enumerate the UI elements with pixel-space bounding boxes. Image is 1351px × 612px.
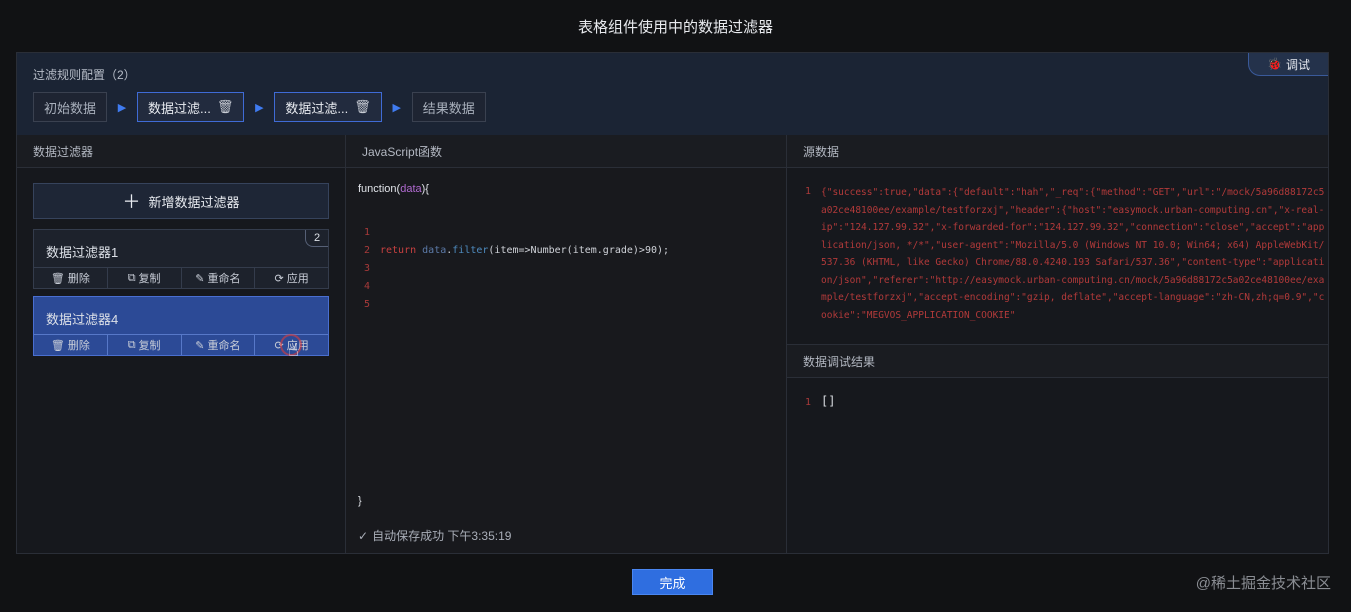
step-label: 数据过滤... [285,100,349,116]
autosave-status: ✓ 自动保存成功 下午3:35:19 [358,527,511,544]
step-label: 数据过滤... [148,100,211,116]
bug-icon: 🐞 [1267,57,1282,71]
code-variable: data [422,245,447,256]
code-rest: (item=>Number(item.grade)>90); [488,245,670,256]
line-number: 1 [805,397,812,408]
edit-icon: ✎ [195,272,205,285]
line-number: 3 [364,263,371,274]
trash-icon: 🗑 [50,272,65,285]
copy-label: 复制 [138,340,161,352]
rename-button[interactable]: ✎ 重命名 [182,335,256,355]
line-number: 5 [364,299,371,310]
apply-label: 应用 [286,273,309,285]
filter-name: 数据过滤器1 [46,245,119,260]
fn-open: function( [358,183,401,195]
trash-icon[interactable]: 🗑 [354,99,371,115]
step-filter-2[interactable]: 数据过滤... 🗑 [274,92,382,122]
data-column: 源数据 1 {"success":true,"data":{"default":… [787,135,1328,553]
chevron-right-icon: ▶ [117,101,127,114]
usage-count-badge: 2 [305,230,328,247]
apply-button[interactable]: ⟳ 应用 [255,268,328,288]
result-header-wrap: 数据调试结果 [787,344,1328,378]
check-circle-icon: ✓ [358,528,369,543]
delete-label: 删除 [67,340,90,352]
delete-label: 删除 [67,273,90,285]
line-number: 4 [364,281,371,292]
plus-icon: ＋ [122,192,141,212]
source-data-header: 源数据 [787,135,1328,168]
rule-config-title: 过滤规则配置（2） [33,68,136,82]
autosave-text: 自动保存成功 下午3:35:19 [372,529,512,543]
rule-config-bar: 过滤规则配置（2） 🐞 调试 初始数据 ▶ 数据过滤... 🗑 ▶ 数据过滤..… [17,53,1328,136]
rename-button[interactable]: ✎ 重命名 [182,268,256,288]
line-number: 2 [364,245,371,256]
debug-label: 调试 [1285,57,1310,72]
step-result-data[interactable]: 结果数据 [411,92,486,122]
done-button[interactable]: 完成 [632,569,713,595]
copy-icon: ⧉ [127,338,136,351]
add-filter-label: 新增数据过滤器 [148,194,240,210]
step-label: 初始数据 [44,100,97,116]
step-filter-1[interactable]: 数据过滤... 🗑 [137,92,245,122]
copy-icon: ⧉ [127,271,136,284]
dialog-title: 表格组件使用中的数据过滤器 [577,18,773,36]
line-number: 1 [805,186,812,197]
trash-icon[interactable]: 🗑 [217,99,234,115]
copy-label: 复制 [138,273,161,285]
dialog-body: 过滤规则配置（2） 🐞 调试 初始数据 ▶ 数据过滤... 🗑 ▶ 数据过滤..… [16,52,1329,554]
debug-button[interactable]: 🐞 调试 [1248,53,1328,76]
rule-steps: 初始数据 ▶ 数据过滤... 🗑 ▶ 数据过滤... 🗑 ▶ 结果数据 [33,91,486,123]
chevron-right-icon: ▶ [255,101,264,114]
trash-icon: 🗑 [50,339,65,352]
watermark: @稀土掘金技术社区 [1195,575,1331,592]
delete-button[interactable]: 🗑 删除 [34,268,108,288]
copy-button[interactable]: ⧉ 复制 [108,268,182,288]
function-signature: function(data){ [358,183,429,195]
hand-cursor-icon: ☝ [288,340,299,360]
rename-label: 重命名 [207,340,241,352]
code-method: filter [452,245,489,256]
step-label: 结果数据 [422,100,475,116]
source-json: {"success":true,"data":{"default":"hah",… [821,187,1325,321]
fn-param: data [400,183,422,195]
code-keyword: return [380,245,417,256]
result-json: [] [821,394,836,408]
edit-icon: ✎ [195,339,205,352]
add-filter-button[interactable]: ＋ 新增数据过滤器 [33,183,329,219]
filter-card[interactable]: 数据过滤器1 2 🗑 删除 ⧉ 复制 ✎ 重命名 ⟳ 应用 [33,229,329,289]
js-editor-column: JavaScript函数 function(data){ 1 2 3 4 5 r… [346,135,787,553]
result-header: 数据调试结果 [787,344,1328,378]
chevron-right-icon: ▶ [392,101,401,114]
step-initial-data[interactable]: 初始数据 [33,92,108,122]
line-number: 1 [364,227,371,238]
filters-header: 数据过滤器 [17,135,345,168]
filter-name: 数据过滤器4 [46,312,119,327]
delete-button[interactable]: 🗑 删除 [34,335,108,355]
function-close: } [358,495,362,507]
copy-button[interactable]: ⧉ 复制 [108,335,182,355]
filter-actions: 🗑 删除 ⧉ 复制 ✎ 重命名 ⟳ 应用 [34,267,328,288]
apply-icon: ⟳ [274,272,284,285]
source-data-viewer[interactable]: 1 {"success":true,"data":{"default":"hah… [787,168,1328,344]
code-editor[interactable]: return data.filter(item=>Number(item.gra… [380,245,669,256]
rename-label: 重命名 [207,273,241,285]
fn-close: ){ [421,183,429,195]
js-editor-header: JavaScript函数 [346,135,786,168]
